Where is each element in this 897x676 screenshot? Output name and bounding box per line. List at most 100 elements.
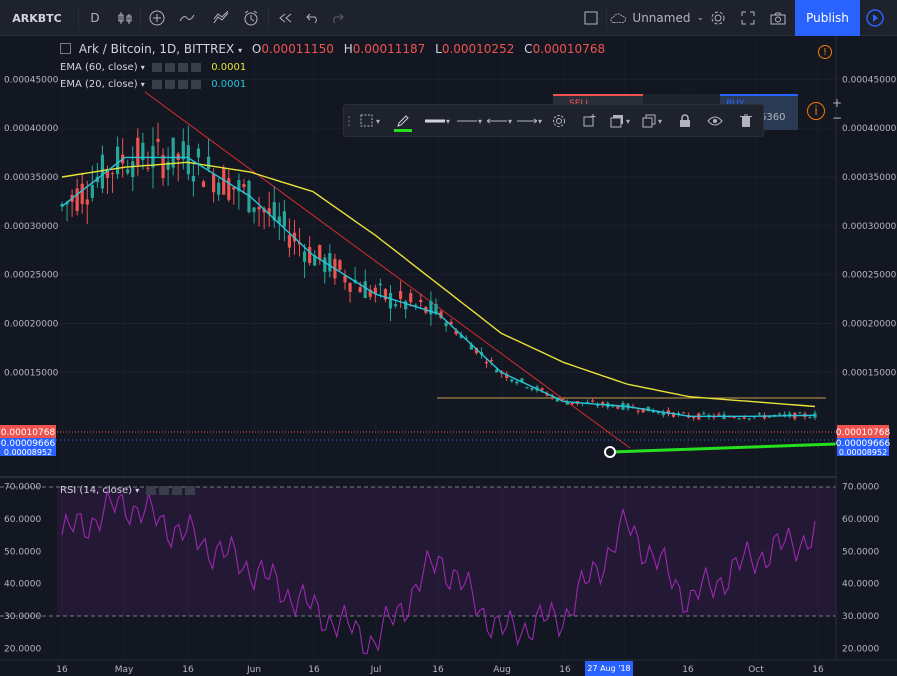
ema-20-legend[interactable]: EMA (20, close) ▾ 0.0001 [60,79,246,90]
svg-text:27 Aug '18: 27 Aug '18 [587,664,630,673]
chevron-down-icon[interactable]: ▾ [656,112,664,130]
ema-price-marker-right: 0.00009666 0.00008952 [836,438,890,457]
candle-body [287,235,292,248]
rsi-band-fill [57,487,836,616]
ema-60-legend[interactable]: EMA (60, close) ▾ 0.0001 [60,62,246,73]
price-tick-label: 0.00030000 [842,222,897,232]
candle-body [798,412,802,414]
rsi-axis-right[interactable]: 70.0000 60.0000 50.0000 40.0000 30.0000 20.00… [842,482,879,654]
price-tick-label: 0.00025000 [4,271,59,281]
candle-body [318,245,322,259]
chevron-down-icon[interactable]: ▾ [624,112,632,130]
high-value: 0.00011187 [352,42,426,56]
indicator-action-buttons[interactable] [152,62,204,72]
chevron-down-icon: ⌄ [696,13,704,23]
candle-body [252,207,256,213]
indicator-action-buttons[interactable] [152,79,204,89]
candle-body [378,283,382,286]
candles-icon[interactable] [114,0,136,36]
rsi-label: RSI (14, close) [60,485,133,496]
templates-icon[interactable] [210,0,232,36]
candle-body [146,167,150,169]
chevron-down-icon[interactable]: ▾ [141,63,145,72]
indicators-icon[interactable] [176,0,198,36]
price-tick-label: 0.00015000 [842,368,897,378]
candle-body [201,181,206,187]
add-alert-icon[interactable] [580,112,598,130]
chevron-down-icon[interactable]: ▾ [476,112,484,130]
drawing-toolbar: ⋮ ▾ ▾ ▾ ▾ ▾ ▾ ▾ [343,104,764,137]
interval-button[interactable]: D [84,0,106,36]
candle-body [217,182,221,195]
price-tick-label: 0.00025000 [842,271,897,281]
candle-body [75,188,79,211]
candle-body [419,299,423,303]
camera-icon[interactable] [766,0,790,36]
drag-handle-icon[interactable]: ⋮ [343,112,355,130]
eye-icon[interactable] [706,112,724,130]
legend-collapse-icon[interactable] [60,43,71,54]
layout-save-menu[interactable]: Unnamed ⌄ [610,0,704,36]
chevron-down-icon[interactable]: ▾ [444,112,452,130]
pencil-icon[interactable] [394,112,412,130]
price-tick-label: 0.00045000 [4,75,59,85]
candle-body [242,184,246,188]
right-end-icon[interactable] [516,112,538,130]
undo-icon[interactable] [302,0,324,36]
redo-icon[interactable] [326,0,348,36]
fullscreen-square-icon[interactable] [580,0,602,36]
support-trendline[interactable] [604,442,837,458]
candle-body [80,183,84,205]
candle-body [363,281,367,298]
chevron-down-icon[interactable]: ▾ [374,112,382,130]
indicator-action-buttons[interactable] [146,485,199,495]
line-style-icon[interactable] [456,112,478,130]
chevron-down-icon[interactable]: ▾ [141,80,145,89]
rsi-legend[interactable]: RSI (14, close) ▾ [60,485,202,496]
price-axis-right[interactable]: 0.00045000 0.00040000 0.00035000 0.00030000… [842,75,897,378]
line-color-swatch[interactable] [394,129,412,132]
publish-button[interactable]: Publish [795,0,860,36]
time-tick-label: 16 [56,665,68,675]
alert-clock-icon[interactable] [240,0,262,36]
candle-body [393,304,398,307]
candle-body [495,369,499,373]
lock-icon[interactable] [676,112,694,130]
chevron-down-icon[interactable]: ▾ [536,112,544,130]
ema-price-marker-left: 0.00009666 0.00008952 [0,438,56,457]
candle-body [181,141,185,160]
trash-icon[interactable] [737,112,755,130]
line-width-icon[interactable] [424,112,446,130]
zoom-out-button[interactable]: − [830,111,844,125]
rsi-tick-label: 20.0000 [842,645,879,655]
symbol-search[interactable]: ARKBTC [0,0,74,36]
play-circle-icon[interactable] [862,0,888,36]
zoom-in-button[interactable]: + [830,96,844,110]
legend-title[interactable]: Ark / Bitcoin, 1D, BITTREX [79,42,234,56]
candle-body [636,410,640,412]
chevron-down-icon[interactable]: ▾ [238,46,242,55]
time-tick-label: Jun [246,665,261,675]
chevron-down-icon[interactable]: ▾ [506,112,514,130]
chevron-down-icon[interactable]: ▾ [135,486,139,495]
trade-info-icon[interactable]: i [807,102,825,120]
candle-body [616,406,620,409]
left-end-icon[interactable] [486,112,508,130]
trendline-anchor-handle[interactable] [604,446,616,458]
rsi-tick-label: 70.0000 [4,482,41,492]
replay-icon[interactable] [274,0,296,36]
candle-body [90,184,94,198]
fullscreen-icon[interactable] [736,0,760,36]
ema-20-label: EMA (20, close) [60,79,138,90]
compare-add-icon[interactable] [146,0,168,36]
settings-gear-icon[interactable] [550,112,568,130]
time-tick-label: 16 [308,665,320,675]
descending-trendline[interactable] [144,91,631,449]
settings-gear-icon[interactable] [706,0,730,36]
close-value: 0.00010768 [532,42,606,56]
candle-body [540,388,544,391]
time-axis[interactable]: 16May16Jun16Jul16Aug16p16Oct16 [56,665,824,675]
candle-body [515,381,519,384]
ema-60-label: EMA (60, close) [60,62,138,73]
info-icon[interactable]: ! [818,45,832,59]
